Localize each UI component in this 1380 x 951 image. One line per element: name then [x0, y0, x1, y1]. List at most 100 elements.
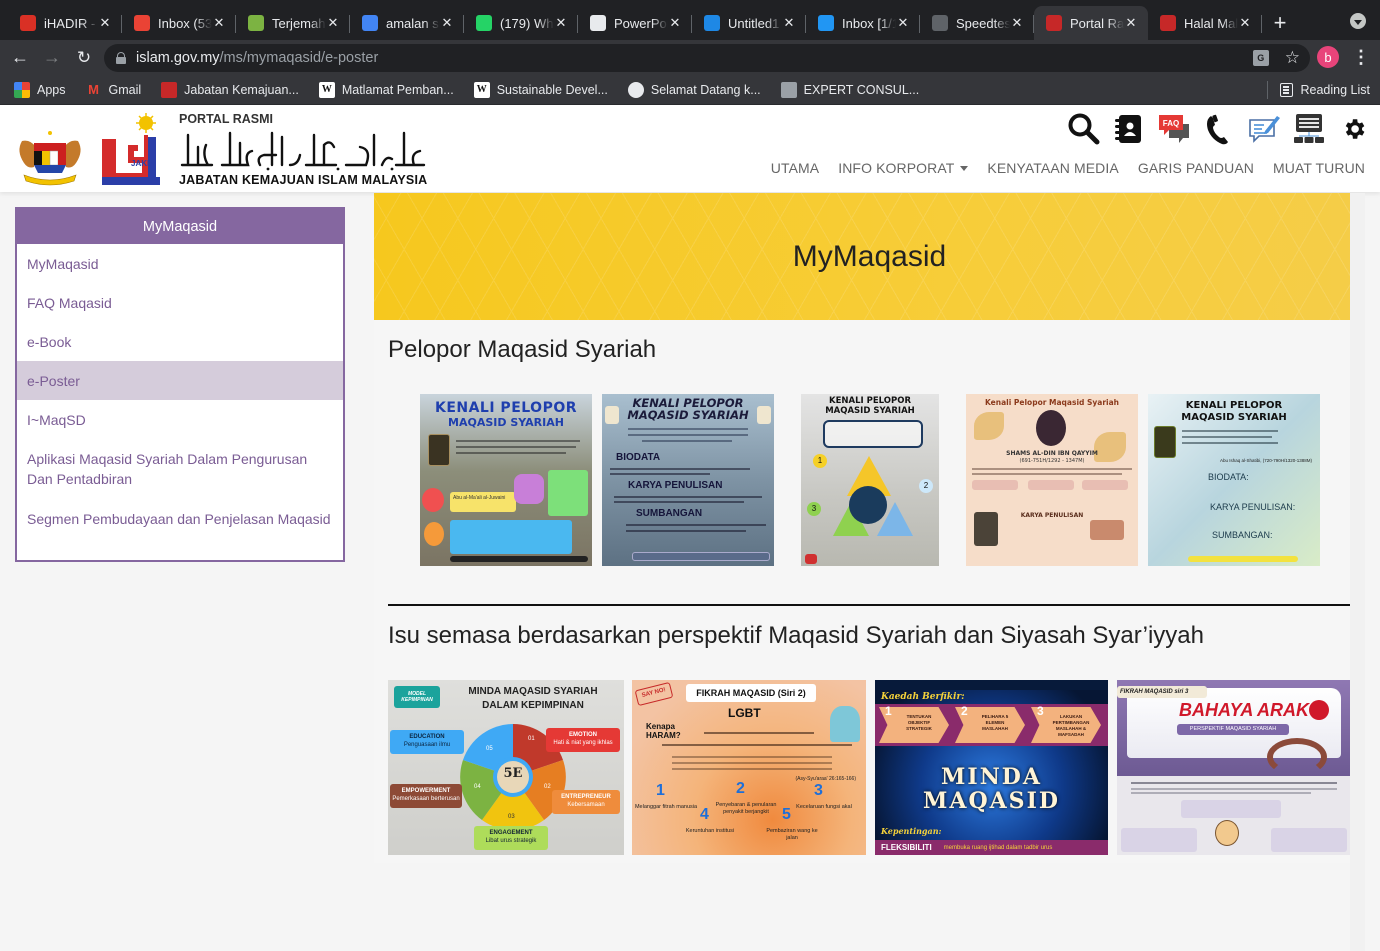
close-tab-icon[interactable]: ✕ [212, 15, 226, 31]
bookmark-item[interactable]: Apps [14, 81, 66, 98]
poster-kepimpinan[interactable]: MODEL KEPIMPINAN MINDA MAQASID SYARIAH D… [388, 680, 624, 855]
sumbangan-box [450, 520, 572, 554]
contact-button[interactable] [1201, 111, 1237, 147]
close-tab-icon[interactable]: ✕ [1238, 15, 1252, 31]
person-dates: (691-751H/1292 - 1347M) [1019, 458, 1085, 464]
browser-menu-icon[interactable]: ⋮ [1352, 47, 1370, 67]
browser-tab[interactable]: Portal Rasmi✕ [1034, 6, 1148, 40]
sidebar-item-e-book[interactable]: e-Book [17, 322, 343, 361]
wheel-segment-number: 01 [528, 736, 535, 742]
sidebar-item-aplikasi-maqasid-syariah-dalam-pengurusan-dan-pentadbiran[interactable]: Aplikasi Maqasid Syariah Dalam Pengurusa… [17, 439, 343, 499]
poster-pelopor-2[interactable]: KENALI PELOPOR MAQASID SYARIAH BIODATA K… [602, 394, 774, 566]
sidebar-item-segmen-pembudayaan-dan-penjelasan-maqasid[interactable]: Segmen Pembudayaan dan Penjelasan Maqasi… [17, 499, 343, 539]
point-number: 1 [656, 782, 665, 799]
item-head: ENGAGEMENT [489, 830, 533, 836]
tab-search-icon[interactable] [1350, 13, 1366, 29]
poster-pelopor-3[interactable]: KENALI PELOPOR MAQASID SYARIAH 1 2 3 [801, 394, 939, 566]
search-button[interactable] [1066, 111, 1102, 147]
sidebar-item-faq-maqasid[interactable]: FAQ Maqasid [17, 283, 343, 322]
forward-button[interactable]: → [40, 46, 64, 70]
poster-pelopor-5[interactable]: KENALI PELOPOR MAQASID SYARIAH Abu Ishaq… [1148, 394, 1320, 566]
browser-tab[interactable]: Untitled1 ✕ [692, 6, 806, 40]
reload-icon: ↻ [76, 47, 92, 67]
nav-info-korporat[interactable]: INFO KORPORAT [838, 160, 969, 176]
close-tab-icon[interactable]: ✕ [782, 15, 796, 31]
bookmark-item[interactable]: M Gmail [86, 82, 141, 98]
faq-badge-text: FAQ [1163, 119, 1179, 128]
close-tab-icon[interactable]: ✕ [326, 15, 340, 31]
browser-tab[interactable]: PowerPoint✕ [578, 6, 692, 40]
faq-button[interactable]: FAQ [1156, 111, 1192, 147]
section-title-pelopor: Pelopor Maqasid Syariah [388, 336, 657, 363]
gear-icon [1345, 119, 1365, 139]
crest-icon [1046, 15, 1062, 31]
close-tab-icon[interactable]: ✕ [440, 15, 454, 31]
item-head: EMPOWERMENT [401, 788, 451, 794]
malaysia-crest-logo[interactable] [14, 127, 86, 187]
point-text: Keruntuhan institusi [685, 828, 735, 834]
sidebar-item-e-poster[interactable]: e-Poster [17, 361, 343, 400]
poster-bahaya-arak[interactable]: FIKRAH MAQASID siri 3 BAHAYA ARAK PERSPE… [1117, 680, 1351, 855]
poster-minda-maqasid[interactable]: Kaedah Berfikir: 1 TENTUKAN OBJEKTIF STRA… [875, 680, 1108, 855]
new-tab-button[interactable]: + [1262, 6, 1298, 40]
address-bar[interactable]: islam.gov.my/ms/mymaqasid/e-poster G ☆ [104, 44, 1310, 72]
browser-tab[interactable]: Speedtest ✕ [920, 6, 1034, 40]
close-tab-icon[interactable]: ✕ [1124, 15, 1138, 31]
poster-title: BAHAYA ARAK [1179, 700, 1309, 720]
jakim-logo[interactable] [100, 113, 166, 187]
quote-box [823, 420, 923, 448]
bookmark-item[interactable]: W Matlamat Pemban... [318, 81, 454, 98]
nav-kenyataan-media[interactable]: KENYATAAN MEDIA [987, 160, 1118, 176]
browser-tab[interactable]: (179) WhatsApp✕ [464, 6, 578, 40]
poster-subtitle: MAQASID SYARIAH [448, 416, 564, 429]
browser-tab[interactable]: iHADIR - JAKIM✕ [8, 6, 122, 40]
sitemap-button[interactable] [1291, 111, 1327, 147]
step-number: 2 [919, 479, 933, 493]
wheel-segment-number: 04 [474, 784, 481, 790]
browser-tab[interactable]: Inbox (53 ✕ [122, 6, 236, 40]
translate-icon[interactable]: G [1252, 50, 1269, 66]
feedback-icon [1249, 116, 1280, 143]
close-tab-icon[interactable]: ✕ [1010, 15, 1024, 31]
feedback-button[interactable] [1246, 111, 1282, 147]
sidebar-item-i-maqsd[interactable]: I~MaqSD [17, 400, 343, 439]
bookmark-item[interactable]: Selamat Datang k... [627, 81, 761, 98]
nav-label: UTAMA [770, 160, 820, 176]
browser-tab[interactable]: Halal Malaysia✕ [1148, 6, 1262, 40]
center-circle [849, 486, 887, 524]
person-illustration [830, 706, 860, 742]
close-tab-icon[interactable]: ✕ [668, 15, 682, 31]
browser-tab[interactable]: Terjemahan✕ [236, 6, 350, 40]
wikipedia-icon: W [318, 81, 335, 98]
page-scrollbar[interactable] [1350, 193, 1365, 951]
reading-list-label: Reading List [1300, 83, 1371, 97]
book-image [605, 406, 619, 424]
poster-fikrah-siri-2[interactable]: SAY NO! FIKRAH MAQASID (Siri 2) LGBT Ken… [632, 680, 866, 855]
empowerment-label: EMPOWERMENT Pemerkasaan berterusan [390, 784, 462, 808]
close-tab-icon[interactable]: ✕ [98, 15, 112, 31]
footer-text: membuka ruang ijtihad dalam tadbir urus [943, 844, 1053, 851]
nav-muat-turun[interactable]: MUAT TURUN [1273, 160, 1365, 176]
nav-utama[interactable]: UTAMA [771, 160, 819, 176]
sidebar-item-mymaqasid[interactable]: MyMaqasid [17, 244, 343, 283]
bookmark-item[interactable]: Jabatan Kemajuan... [161, 81, 299, 98]
entrepreneur-label: ENTREPRENEUR Kebersamaan [552, 790, 620, 814]
settings-button[interactable] [1336, 111, 1372, 147]
close-tab-icon[interactable]: ✕ [896, 15, 910, 31]
browser-tab[interactable]: amalan sunnah✕ [350, 6, 464, 40]
back-button[interactable]: ← [8, 46, 32, 70]
bookmark-item[interactable]: EXPERT CONSUL... [780, 81, 919, 98]
close-tab-icon[interactable]: ✕ [554, 15, 568, 31]
profile-avatar[interactable]: b [1317, 46, 1339, 68]
poster-title: KENALI PELOPOR [829, 396, 911, 406]
poster-pelopor-4[interactable]: Kenali Pelopor Maqasid Syariah SHAMS AL-… [966, 394, 1138, 566]
bookmark-item[interactable]: W Sustainable Devel... [473, 81, 608, 98]
reading-list-button[interactable]: Reading List [1266, 81, 1371, 99]
poster-label: SUMBANGAN: [1212, 530, 1273, 540]
nav-garis-panduan[interactable]: GARIS PANDUAN [1138, 160, 1254, 176]
browser-tab[interactable]: Inbox [1/1]✕ [806, 6, 920, 40]
directory-button[interactable] [1111, 111, 1147, 147]
reload-button[interactable]: ↻ [72, 46, 96, 70]
bookmark-star-icon[interactable]: ☆ [1285, 48, 1300, 68]
poster-pelopor-1[interactable]: KENALI PELOPOR MAQASID SYARIAH Abu al-Ma… [420, 394, 592, 566]
